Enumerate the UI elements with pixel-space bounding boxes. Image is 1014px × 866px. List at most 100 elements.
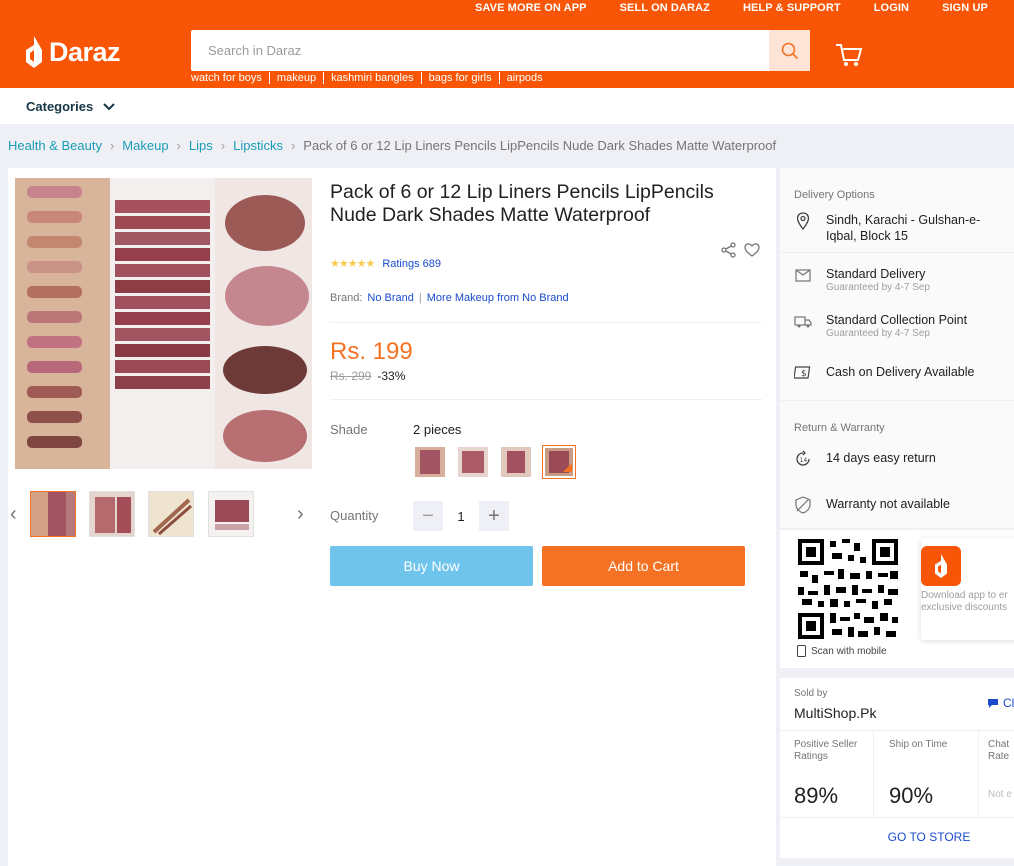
cart-icon [836,44,863,66]
go-to-store-link[interactable]: GO TO STORE [780,830,1014,844]
brand-separator: | [418,292,422,304]
chevron-right-icon: › [290,138,296,153]
thumbnail[interactable] [148,491,194,537]
search-button[interactable] [769,30,810,71]
breadcrumb-link[interactable]: Lipsticks [233,138,283,153]
divider [780,817,1014,818]
top-links: SAVE MORE ON APP SELL ON DARAZ HELP & SU… [475,2,988,14]
seller-panel: Sold by MultiShop.Pk Cl Positive Seller … [780,678,1014,858]
more-from-brand-link[interactable]: More Makeup from No Brand [427,292,569,304]
search-icon [781,42,798,59]
product-price: Rs. 199 [330,338,413,365]
delivery-panel: Delivery Options Sindh, Karachi - Gulsha… [780,168,1014,528]
delivery-options-title: Delivery Options [794,189,875,201]
hot-keyword[interactable]: watch for boys [191,72,269,84]
divider [330,399,762,400]
thumbnail[interactable] [208,491,254,537]
add-to-cart-button[interactable]: Add to Cart [542,546,745,586]
product-main: ‹ › Pack of 6 or 12 Lip Liners Pencils L… [8,168,776,866]
chat-label: Cl [1003,696,1014,710]
shade-option[interactable] [499,445,533,479]
daraz-logo[interactable]: Daraz [24,36,121,68]
cod-row: $ Cash on Delivery Available [794,364,974,382]
quantity-decrease-button[interactable]: − [413,501,443,531]
mobile-icon [797,645,806,657]
warranty-text: Warranty not available [826,497,950,511]
breadcrumb-link[interactable]: Makeup [122,138,168,153]
login-link[interactable]: LOGIN [874,2,909,14]
chevron-right-icon: › [220,138,226,153]
thumbnail[interactable] [30,491,76,537]
rating-summary: ★★★★★ Ratings 689 [330,257,441,271]
chevron-right-icon: › [109,138,115,153]
quantity-value[interactable]: 1 [443,509,479,524]
cart-button[interactable] [835,42,863,73]
chat-rate-label: Chat Rate [988,739,1010,762]
brand-row: Brand: No Brand | More Makeup from No Br… [330,292,569,304]
categories-label: Categories [26,99,94,114]
scan-label: Scan with mobile [811,645,887,657]
thumbnail-image [31,492,75,536]
svg-text:$: $ [801,369,807,379]
standard-delivery-date: Guaranteed by 4-7 Sep [826,282,930,293]
breadcrumb-current: Pack of 6 or 12 Lip Liners Pencils LipPe… [303,138,777,153]
location-pin-icon [796,212,810,230]
brand-link[interactable]: No Brand [367,292,413,304]
quantity-increase-button[interactable]: + [479,501,509,531]
svg-text:14: 14 [800,457,808,464]
breadcrumb-link[interactable]: Lips [189,138,213,153]
product-image[interactable] [15,178,312,469]
chevron-left-icon[interactable]: ‹ [10,503,17,526]
delivery-location: Sindh, Karachi - Gulshan-e-Iqbal, Block … [794,212,986,244]
breadcrumb-link[interactable]: Health & Beauty [8,138,102,153]
sell-link[interactable]: SELL ON DARAZ [620,2,710,14]
hot-keyword[interactable]: makeup [268,72,323,84]
collection-point-label: Standard Collection Point [826,313,968,327]
shade-option[interactable] [413,445,447,479]
original-price: Rs. 299 [330,369,372,383]
ship-on-time-value: 90% [889,783,934,808]
chevron-down-icon [103,102,115,110]
return-icon: 14 [796,450,810,466]
app-download-box: Scan with mobile Download app to er excl… [780,530,1014,668]
help-link[interactable]: HELP & SUPPORT [743,2,841,14]
hot-keyword[interactable]: airpods [498,72,550,84]
save-more-link[interactable]: SAVE MORE ON APP [475,2,587,14]
return-text: 14 days easy return [826,451,936,465]
no-warranty-icon [795,496,811,514]
signup-link[interactable]: SIGN UP [942,2,988,14]
shade-option[interactable] [456,445,490,479]
heart-icon[interactable] [743,242,761,258]
shade-option-selected[interactable] [542,445,576,479]
buy-now-button[interactable]: Buy Now [330,546,533,586]
positive-ratings-label: Positive Seller Ratings [794,739,858,762]
divider [330,322,762,323]
thumbnail-image [149,492,193,536]
chat-button[interactable]: Cl [987,696,1014,710]
hot-keywords: watch for boys makeup kashmiri bangles b… [191,72,550,84]
discount-badge: -33% [377,369,406,383]
logo-text: Daraz [49,36,121,67]
shade-value: 2 pieces [413,422,462,437]
chat-rate-cell: Chat Rate Not e [980,731,1014,817]
chevron-right-icon[interactable]: › [297,503,304,526]
qr-code-icon [796,537,900,641]
return-row: 14 14 days easy return [794,450,936,468]
thumbnail-image [90,492,134,536]
chat-icon [988,699,998,708]
hot-keyword[interactable]: kashmiri bangles [323,72,421,84]
download-app-card[interactable]: Download app to er exclusive discounts [921,538,1014,640]
divider [780,400,1014,401]
categories-dropdown[interactable]: Categories [26,99,115,114]
seller-name[interactable]: MultiShop.Pk [794,705,876,721]
share-icon[interactable] [721,242,737,258]
collection-point-date: Guaranteed by 4-7 Sep [826,328,930,339]
thumbnail[interactable] [89,491,135,537]
product-photo [15,178,312,469]
hot-keyword[interactable]: bags for girls [420,72,499,84]
thumbnail-image [209,492,253,536]
daraz-logo-icon [26,36,42,68]
search-input[interactable] [191,30,769,71]
ratings-link[interactable]: Ratings 689 [382,258,441,270]
location-text: Sindh, Karachi - Gulshan-e-Iqbal, Block … [826,213,981,243]
